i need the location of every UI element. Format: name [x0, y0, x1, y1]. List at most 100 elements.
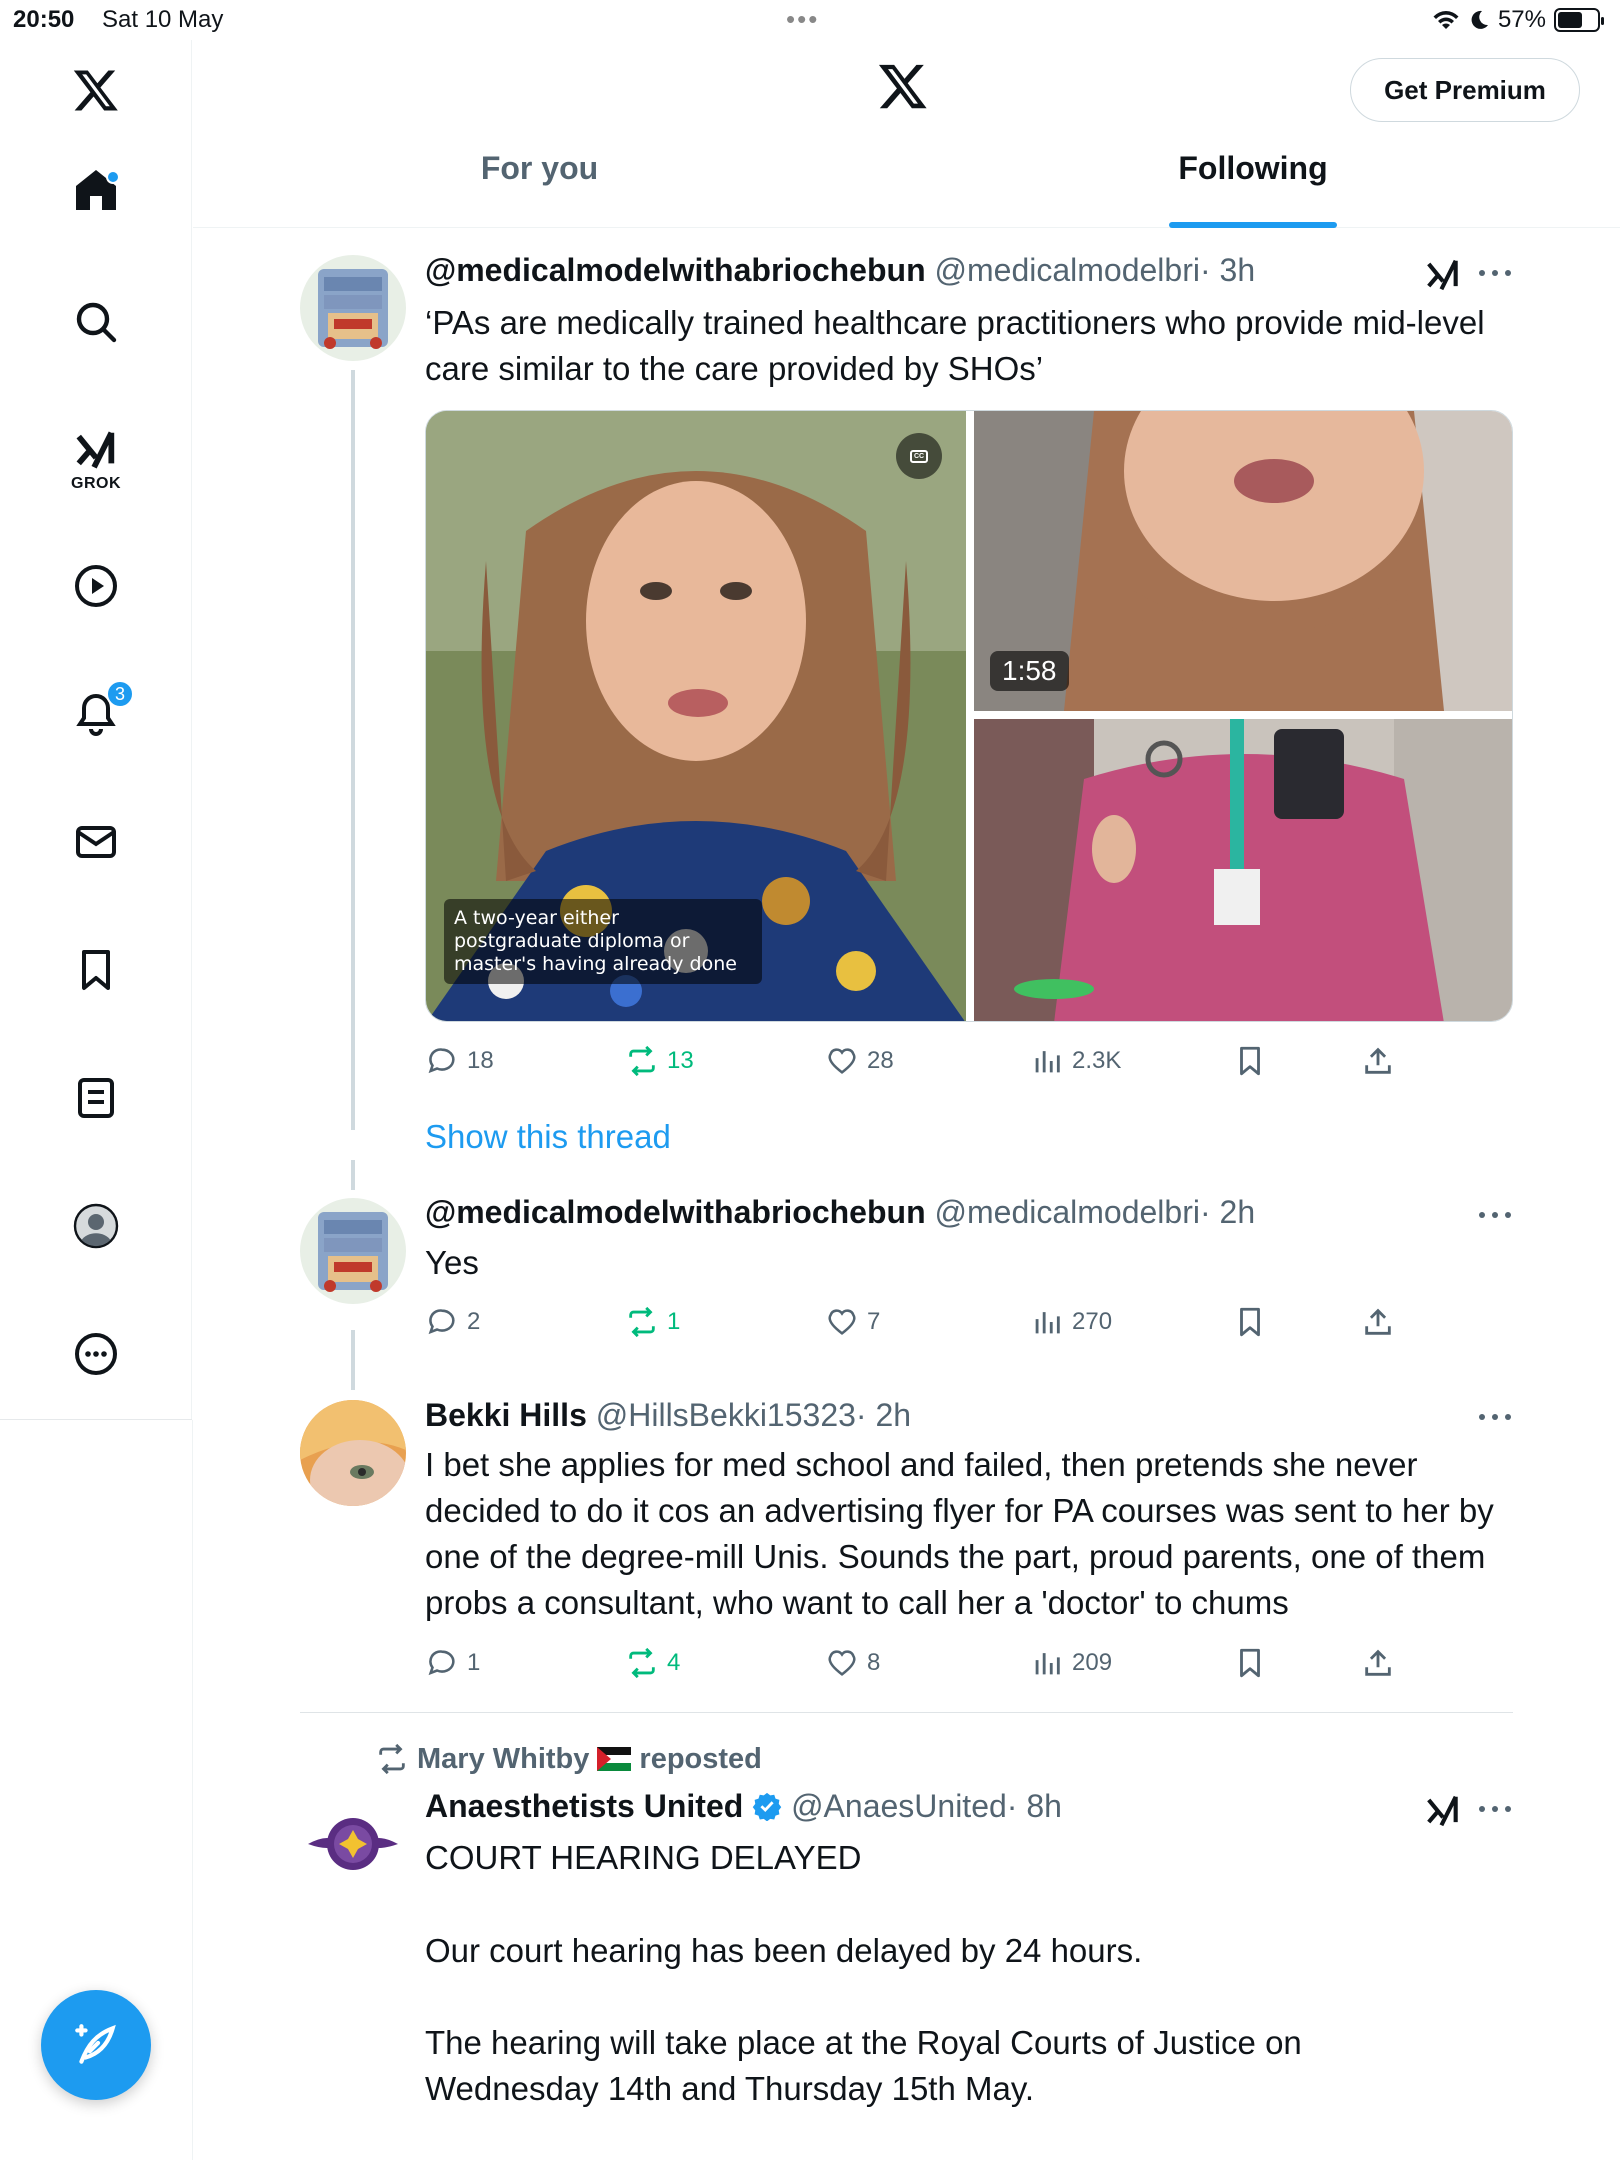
show-this-thread-link[interactable]: Show this thread [425, 1118, 671, 1156]
avatar-gmc[interactable] [300, 255, 406, 361]
share-button[interactable] [1361, 1302, 1395, 1342]
like-button[interactable]: 28 [825, 1041, 894, 1081]
tweet-text-line: Our court hearing has been delayed by 24… [425, 1932, 1143, 1969]
tweet-actions: 2 1 7 270 [425, 1302, 1425, 1342]
tweet-text: I bet she applies for med school and fai… [425, 1446, 1494, 1621]
sidebar-item-grok[interactable]: GROK [0, 410, 192, 510]
more-options-icon[interactable] [1477, 1412, 1513, 1422]
sidebar-item-notifications[interactable]: 3 [0, 664, 192, 764]
battery-icon [1554, 8, 1604, 32]
compose-button[interactable] [41, 1990, 151, 2100]
gmc-avatar-image [300, 1198, 406, 1304]
tweet-actions: 1 4 8 209 [425, 1643, 1425, 1683]
closed-captions-icon[interactable]: CC [896, 433, 942, 479]
avatar-anaesthetists-united[interactable] [300, 1792, 406, 1898]
grok-icon[interactable] [1424, 1792, 1462, 1830]
reply-button[interactable]: 2 [425, 1302, 480, 1342]
tab-following-label: Following [1178, 150, 1328, 186]
bookmark-button[interactable] [1233, 1302, 1267, 1342]
author-name[interactable]: @medicalmodelwithabriochebun [425, 252, 926, 288]
more-circle-icon [75, 1333, 117, 1375]
tweet-media-grid[interactable]: CC A two-year either postgraduate diplom… [425, 410, 1513, 1022]
more-options-icon[interactable] [1477, 268, 1513, 278]
sidebar-item-video[interactable] [0, 536, 192, 636]
tweet-separator [300, 1712, 1513, 1713]
tweet-time[interactable]: · 8h [1007, 1788, 1062, 1824]
grok-icon [76, 431, 115, 469]
thread-line [351, 1160, 355, 1190]
reply-button[interactable]: 1 [425, 1643, 480, 1683]
repost-count: 1 [667, 1308, 681, 1335]
status-date: Sat 10 May [102, 6, 224, 33]
grok-icon[interactable] [1424, 256, 1462, 294]
multitasking-dots[interactable]: ••• [786, 6, 819, 32]
tab-for-you[interactable]: For you [193, 150, 886, 228]
sidebar-item-messages[interactable] [0, 792, 192, 892]
active-tab-indicator [1169, 222, 1337, 228]
repost-icon [379, 1743, 405, 1775]
tweet-time[interactable]: · 3h [1200, 252, 1255, 288]
share-button[interactable] [1361, 1041, 1395, 1081]
repost-context[interactable]: Mary Whitby reposted [375, 1742, 762, 1776]
avatar-bekki[interactable] [300, 1400, 406, 1506]
views-button[interactable]: 209 [1030, 1643, 1112, 1683]
author-handle[interactable]: @HillsBekki15323 [596, 1397, 856, 1433]
tweet-text-line: COURT HEARING DELAYED [425, 1839, 862, 1876]
repost-icon [629, 1045, 655, 1077]
sidebar-item-bookmarks[interactable] [0, 920, 192, 1020]
gmc-avatar-image [300, 255, 406, 361]
like-button[interactable]: 8 [825, 1643, 880, 1683]
repost-button[interactable]: 4 [625, 1643, 680, 1683]
sidebar-item-more[interactable] [0, 1304, 192, 1404]
share-button[interactable] [1361, 1643, 1395, 1683]
thread-line [351, 370, 355, 1130]
sidebar-item-search[interactable] [0, 272, 192, 372]
bookmark-button[interactable] [1233, 1643, 1267, 1683]
more-options-icon[interactable] [1477, 1210, 1513, 1220]
tweet-time[interactable]: · 2h [1200, 1194, 1255, 1230]
views-button[interactable]: 270 [1030, 1302, 1112, 1342]
video-thumbnail-2[interactable]: 1:58 [974, 411, 1512, 711]
sidebar-divider [0, 1419, 192, 1420]
author-name[interactable]: Anaesthetists United [425, 1788, 743, 1824]
reply-icon [428, 1048, 455, 1074]
views-button[interactable]: 2.3K [1030, 1041, 1121, 1081]
get-premium-button[interactable]: Get Premium [1350, 58, 1580, 122]
video-icon [75, 565, 117, 607]
views-icon [1035, 1051, 1060, 1073]
video-thumbnail[interactable]: CC A two-year either postgraduate diplom… [426, 411, 966, 1021]
reply-button[interactable]: 18 [425, 1041, 494, 1081]
home-unread-dot [106, 170, 120, 184]
bookmark-button[interactable] [1233, 1041, 1267, 1081]
tweet-time[interactable]: · 2h [856, 1397, 911, 1433]
sidebar-border [192, 1420, 193, 2160]
author-handle[interactable]: @medicalmodelbri [935, 1194, 1200, 1230]
author-handle[interactable]: @AnaesUnited [791, 1788, 1007, 1824]
views-count: 270 [1072, 1308, 1113, 1335]
image-thumbnail[interactable] [974, 719, 1512, 1021]
heart-icon [828, 1309, 856, 1335]
more-options-icon[interactable] [1477, 1804, 1513, 1814]
repost-button[interactable]: 1 [625, 1302, 680, 1342]
heart-icon [828, 1048, 856, 1074]
x-logo-icon[interactable] [877, 60, 929, 112]
repost-icon [629, 1647, 655, 1679]
palestine-flag-icon [597, 1747, 632, 1771]
tab-following[interactable]: Following [886, 150, 1620, 228]
author-name[interactable]: Bekki Hills [425, 1397, 587, 1433]
sidebar-item-profile[interactable] [0, 1176, 192, 1276]
sidebar-item-lists[interactable] [0, 1048, 192, 1148]
like-count: 8 [867, 1649, 881, 1676]
battery-percent: 57% [1497, 6, 1546, 33]
author-handle[interactable]: @medicalmodelbri [935, 252, 1200, 288]
like-count: 7 [867, 1308, 881, 1335]
like-button[interactable]: 7 [825, 1302, 880, 1342]
bookmark-icon [1240, 1307, 1260, 1337]
repost-button[interactable]: 13 [625, 1041, 694, 1081]
sidebar-item-home[interactable] [0, 140, 192, 240]
sidebar-item-x-logo[interactable] [0, 40, 192, 140]
avatar-gmc[interactable] [300, 1198, 406, 1304]
messages-icon [76, 826, 116, 858]
status-bar: 20:50 Sat 10 May ••• 57% [0, 0, 1620, 40]
author-name[interactable]: @medicalmodelwithabriochebun [425, 1194, 926, 1230]
